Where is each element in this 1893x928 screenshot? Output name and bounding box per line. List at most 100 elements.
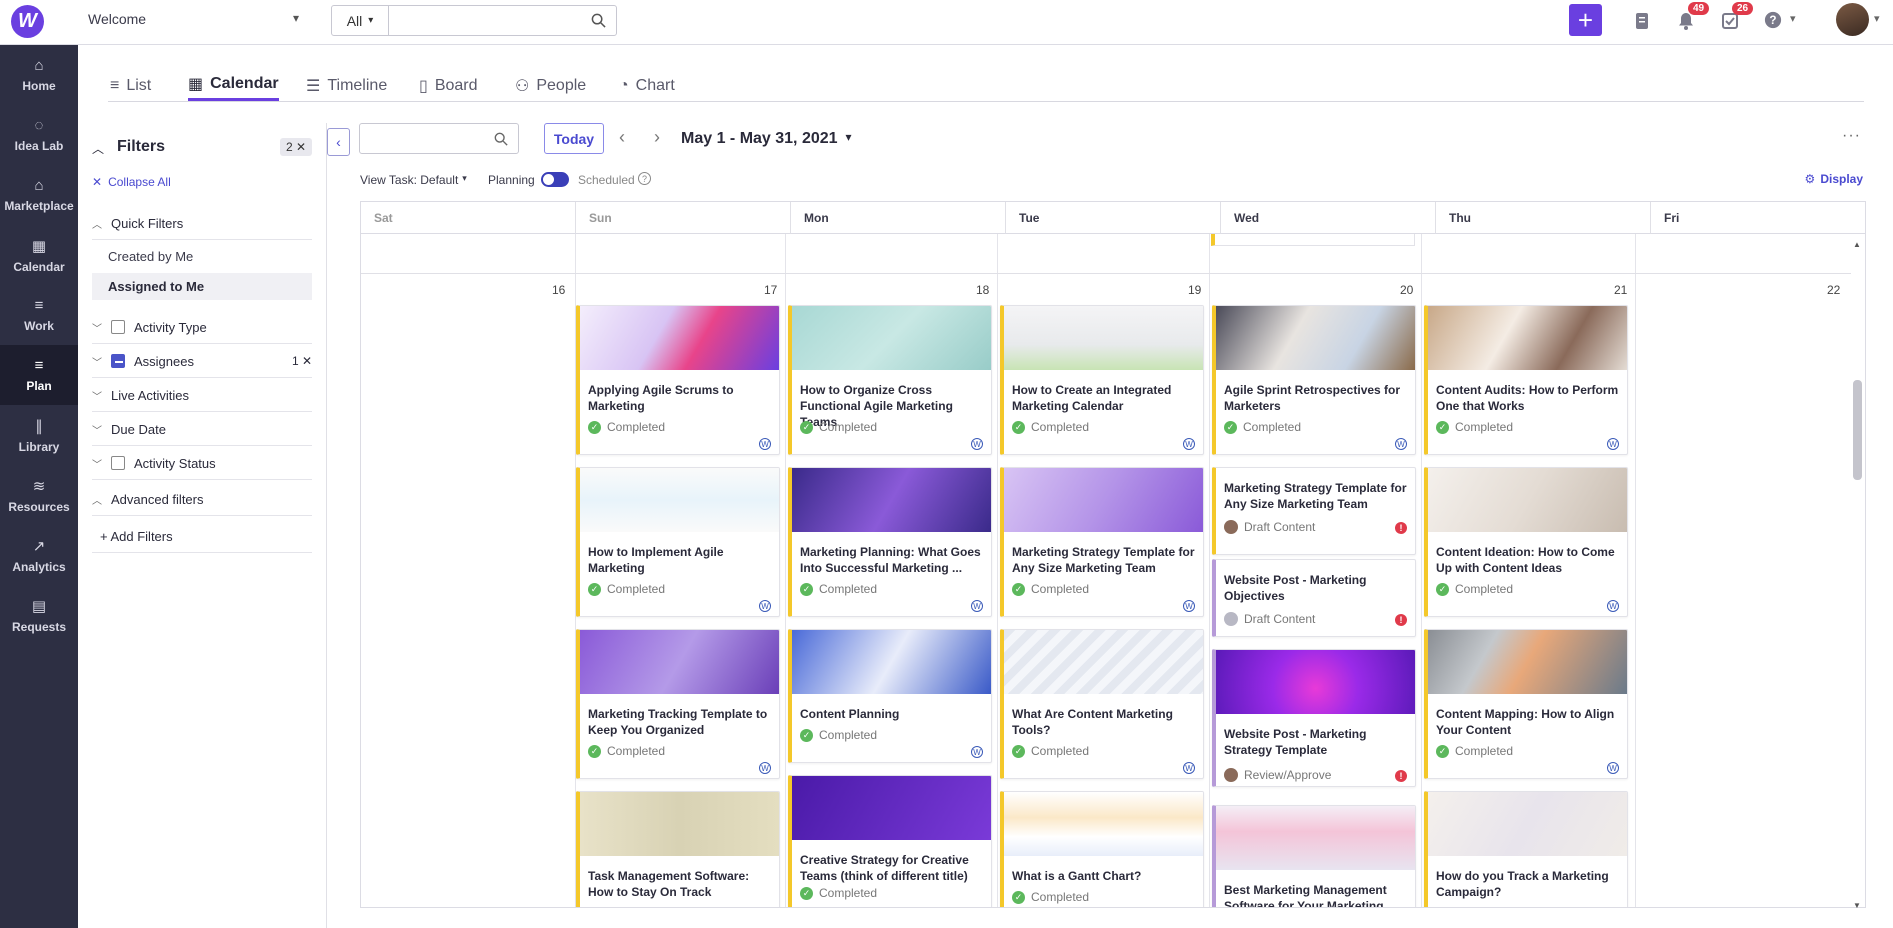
- date-range-label: May 1 - May 31, 2021: [681, 130, 838, 147]
- display-settings-button[interactable]: ⚙ Display: [1805, 172, 1863, 186]
- filters-count-clear[interactable]: 2 ✕: [280, 138, 313, 156]
- tab-board[interactable]: ▯ Board: [419, 70, 478, 101]
- scroll-down-icon[interactable]: ▼: [1853, 901, 1861, 910]
- activity-card[interactable]: Agile Sprint Retrospectives for Marketer…: [1212, 305, 1416, 455]
- quick-filter-assigned-to-me[interactable]: Assigned to Me: [92, 273, 312, 300]
- add-filters-button[interactable]: + Add Filters: [92, 520, 312, 553]
- filter-activity-status[interactable]: ﹀ Activity Status: [92, 447, 312, 480]
- store-icon: ⌂: [34, 177, 44, 194]
- tab-people[interactable]: ⚇ People: [515, 70, 586, 101]
- activity-card[interactable]: Marketing Planning: What Goes Into Succe…: [788, 467, 992, 617]
- card-title: How to Implement Agile Marketing: [588, 545, 724, 575]
- search-input[interactable]: [389, 6, 616, 35]
- nav-item-work[interactable]: ≡ Work: [0, 285, 78, 345]
- activity-card[interactable]: Applying Agile Scrums to Marketing ✓ Comp…: [576, 305, 780, 455]
- activity-card[interactable]: What Are Content Marketing Tools? ✓ Compl…: [1000, 629, 1204, 779]
- activity-card[interactable]: Best Marketing Management Software for Y…: [1212, 805, 1416, 907]
- day-header-sun: Sun: [576, 202, 791, 234]
- filter-advanced[interactable]: ︿ Advanced filters: [92, 483, 312, 516]
- activity-card[interactable]: Content Mapping: How to Align Your Conte…: [1424, 629, 1628, 779]
- collapse-all-button[interactable]: ✕ Collapse All: [92, 175, 171, 189]
- search-scope-select[interactable]: All ▾: [332, 6, 389, 35]
- activity-card[interactable]: Website Post - Marketing Strategy Templa…: [1212, 649, 1416, 787]
- tab-list[interactable]: ≡ List: [110, 70, 151, 101]
- filter-label: Live Activities: [111, 387, 190, 403]
- activity-card[interactable]: Marketing Strategy Template for Any Size…: [1000, 467, 1204, 617]
- filters-panel: ︿ Filters 2 ✕ ✕ Collapse All ︿ Quick Filte…: [78, 123, 327, 928]
- quick-filter-created-by-me[interactable]: Created by Me: [108, 249, 193, 264]
- activity-card[interactable]: Content Ideation: How to Come Up with Co…: [1424, 467, 1628, 617]
- filter-activity-type[interactable]: ﹀ Activity Type: [92, 311, 312, 344]
- scroll-up-icon[interactable]: ▲: [1853, 240, 1861, 249]
- activity-card[interactable]: Content Audits: How to Perform One that …: [1424, 305, 1628, 455]
- activity-card[interactable]: How to Organize Cross Functional Agile M…: [788, 305, 992, 455]
- activity-card[interactable]: How do you Track a Marketing Campaign?: [1424, 791, 1628, 907]
- activity-card[interactable]: Creative Strategy for Creative Teams (th…: [788, 775, 992, 907]
- chevron-down-icon: ﹀: [92, 459, 102, 471]
- nav-item-home[interactable]: ⌂ Home: [0, 45, 78, 105]
- search-icon[interactable]: [591, 13, 606, 28]
- quick-filters-header[interactable]: ︿ Quick Filters: [92, 207, 312, 240]
- app-logo[interactable]: W: [11, 5, 44, 38]
- nav-item-idea-lab[interactable]: ◌ Idea Lab: [0, 105, 78, 165]
- activity-card[interactable]: What is a Gantt Chart? ✓ Completed: [1000, 791, 1204, 907]
- day-header-fri: Fri: [1651, 202, 1865, 234]
- nav-item-calendar[interactable]: ▦ Calendar: [0, 225, 78, 285]
- nav-item-requests[interactable]: ▤ Requests: [0, 585, 78, 645]
- workspace-selector[interactable]: Welcome: [88, 11, 146, 27]
- analytics-icon: ↗: [32, 537, 46, 555]
- activity-card[interactable]: Task Management Software: How to Stay On…: [576, 791, 780, 907]
- date-number: 18: [976, 283, 990, 297]
- info-icon[interactable]: ?: [638, 172, 651, 185]
- status-label: Draft Content: [1244, 520, 1316, 534]
- activity-card[interactable]: Website Post - Marketing Objectives Draf…: [1212, 559, 1416, 637]
- view-task-selector[interactable]: View Task: Default ▾: [360, 173, 467, 187]
- card-title: Content Mapping: How to Align Your Conte…: [1436, 707, 1615, 737]
- nav-item-plan[interactable]: ≡ Plan: [0, 345, 78, 405]
- chevron-down-icon[interactable]: ▾: [1790, 12, 1796, 25]
- filter-live-activities[interactable]: ﹀ Live Activities: [92, 379, 312, 412]
- tasks-checklist[interactable]: 26: [1720, 2, 1754, 31]
- notes-icon[interactable]: [1632, 11, 1652, 31]
- nav-item-analytics[interactable]: ↗ Analytics: [0, 525, 78, 585]
- chevron-down-icon[interactable]: ▾: [293, 11, 299, 25]
- assignees-count-clear[interactable]: 1 ✕: [292, 354, 312, 368]
- help-icon: ?: [1764, 11, 1782, 29]
- gear-icon: ⚙: [1804, 172, 1816, 186]
- activity-card[interactable]: Content Planning ✓ Completed W: [788, 629, 992, 763]
- next-period-button[interactable]: ›: [654, 127, 660, 148]
- date-range-selector[interactable]: May 1 - May 31, 2021 ▾: [681, 130, 852, 148]
- filter-due-date[interactable]: ﹀ Due Date: [92, 413, 312, 446]
- activity-card[interactable]: Marketing Tracking Template to Keep You …: [576, 629, 780, 779]
- scrollbar-thumb[interactable]: [1853, 380, 1862, 480]
- tab-timeline[interactable]: ☰ Timeline: [306, 70, 387, 101]
- activity-card[interactable]: How to Create an Integrated Marketing Ca…: [1000, 305, 1204, 455]
- nav-item-marketplace[interactable]: ⌂ Marketplace: [0, 165, 78, 225]
- chevron-down-icon[interactable]: ▾: [1874, 12, 1880, 25]
- nav-item-resources[interactable]: ≋ Resources: [0, 465, 78, 525]
- notifications-badge: 49: [1688, 2, 1710, 15]
- card-status: ✓ Completed: [1012, 582, 1089, 596]
- prev-period-button[interactable]: ‹: [619, 127, 625, 148]
- user-avatar[interactable]: [1836, 3, 1869, 36]
- today-button[interactable]: Today: [544, 123, 604, 154]
- calendar-scrollbar[interactable]: ▲ ▼: [1851, 240, 1863, 910]
- planning-toggle[interactable]: [541, 172, 569, 187]
- activity-type-checkbox[interactable]: [111, 320, 125, 334]
- filter-assignees[interactable]: ﹀ Assignees 1 ✕: [92, 345, 312, 378]
- tab-calendar[interactable]: ▦ Calendar: [188, 70, 279, 101]
- activity-card[interactable]: Marketing Strategy Template for Any Size…: [1212, 467, 1416, 555]
- avatar: [1224, 612, 1238, 626]
- chevron-up-icon[interactable]: ︿: [92, 140, 104, 157]
- nav-item-library[interactable]: ∥ Library: [0, 405, 78, 465]
- notifications-bell[interactable]: 49: [1676, 2, 1710, 31]
- assignees-checkbox[interactable]: [111, 354, 125, 368]
- tasks-badge: 26: [1732, 2, 1754, 15]
- activity-card[interactable]: How to Implement Agile Marketing ✓ Comple…: [576, 467, 780, 617]
- help-menu[interactable]: ?: [1764, 11, 1784, 31]
- activity-status-checkbox[interactable]: [111, 456, 125, 470]
- more-options-icon[interactable]: ···: [1842, 127, 1861, 145]
- tab-chart[interactable]: ◔ Chart: [619, 70, 675, 101]
- calendar-search-input[interactable]: [359, 123, 519, 154]
- create-new-button[interactable]: +: [1569, 4, 1602, 36]
